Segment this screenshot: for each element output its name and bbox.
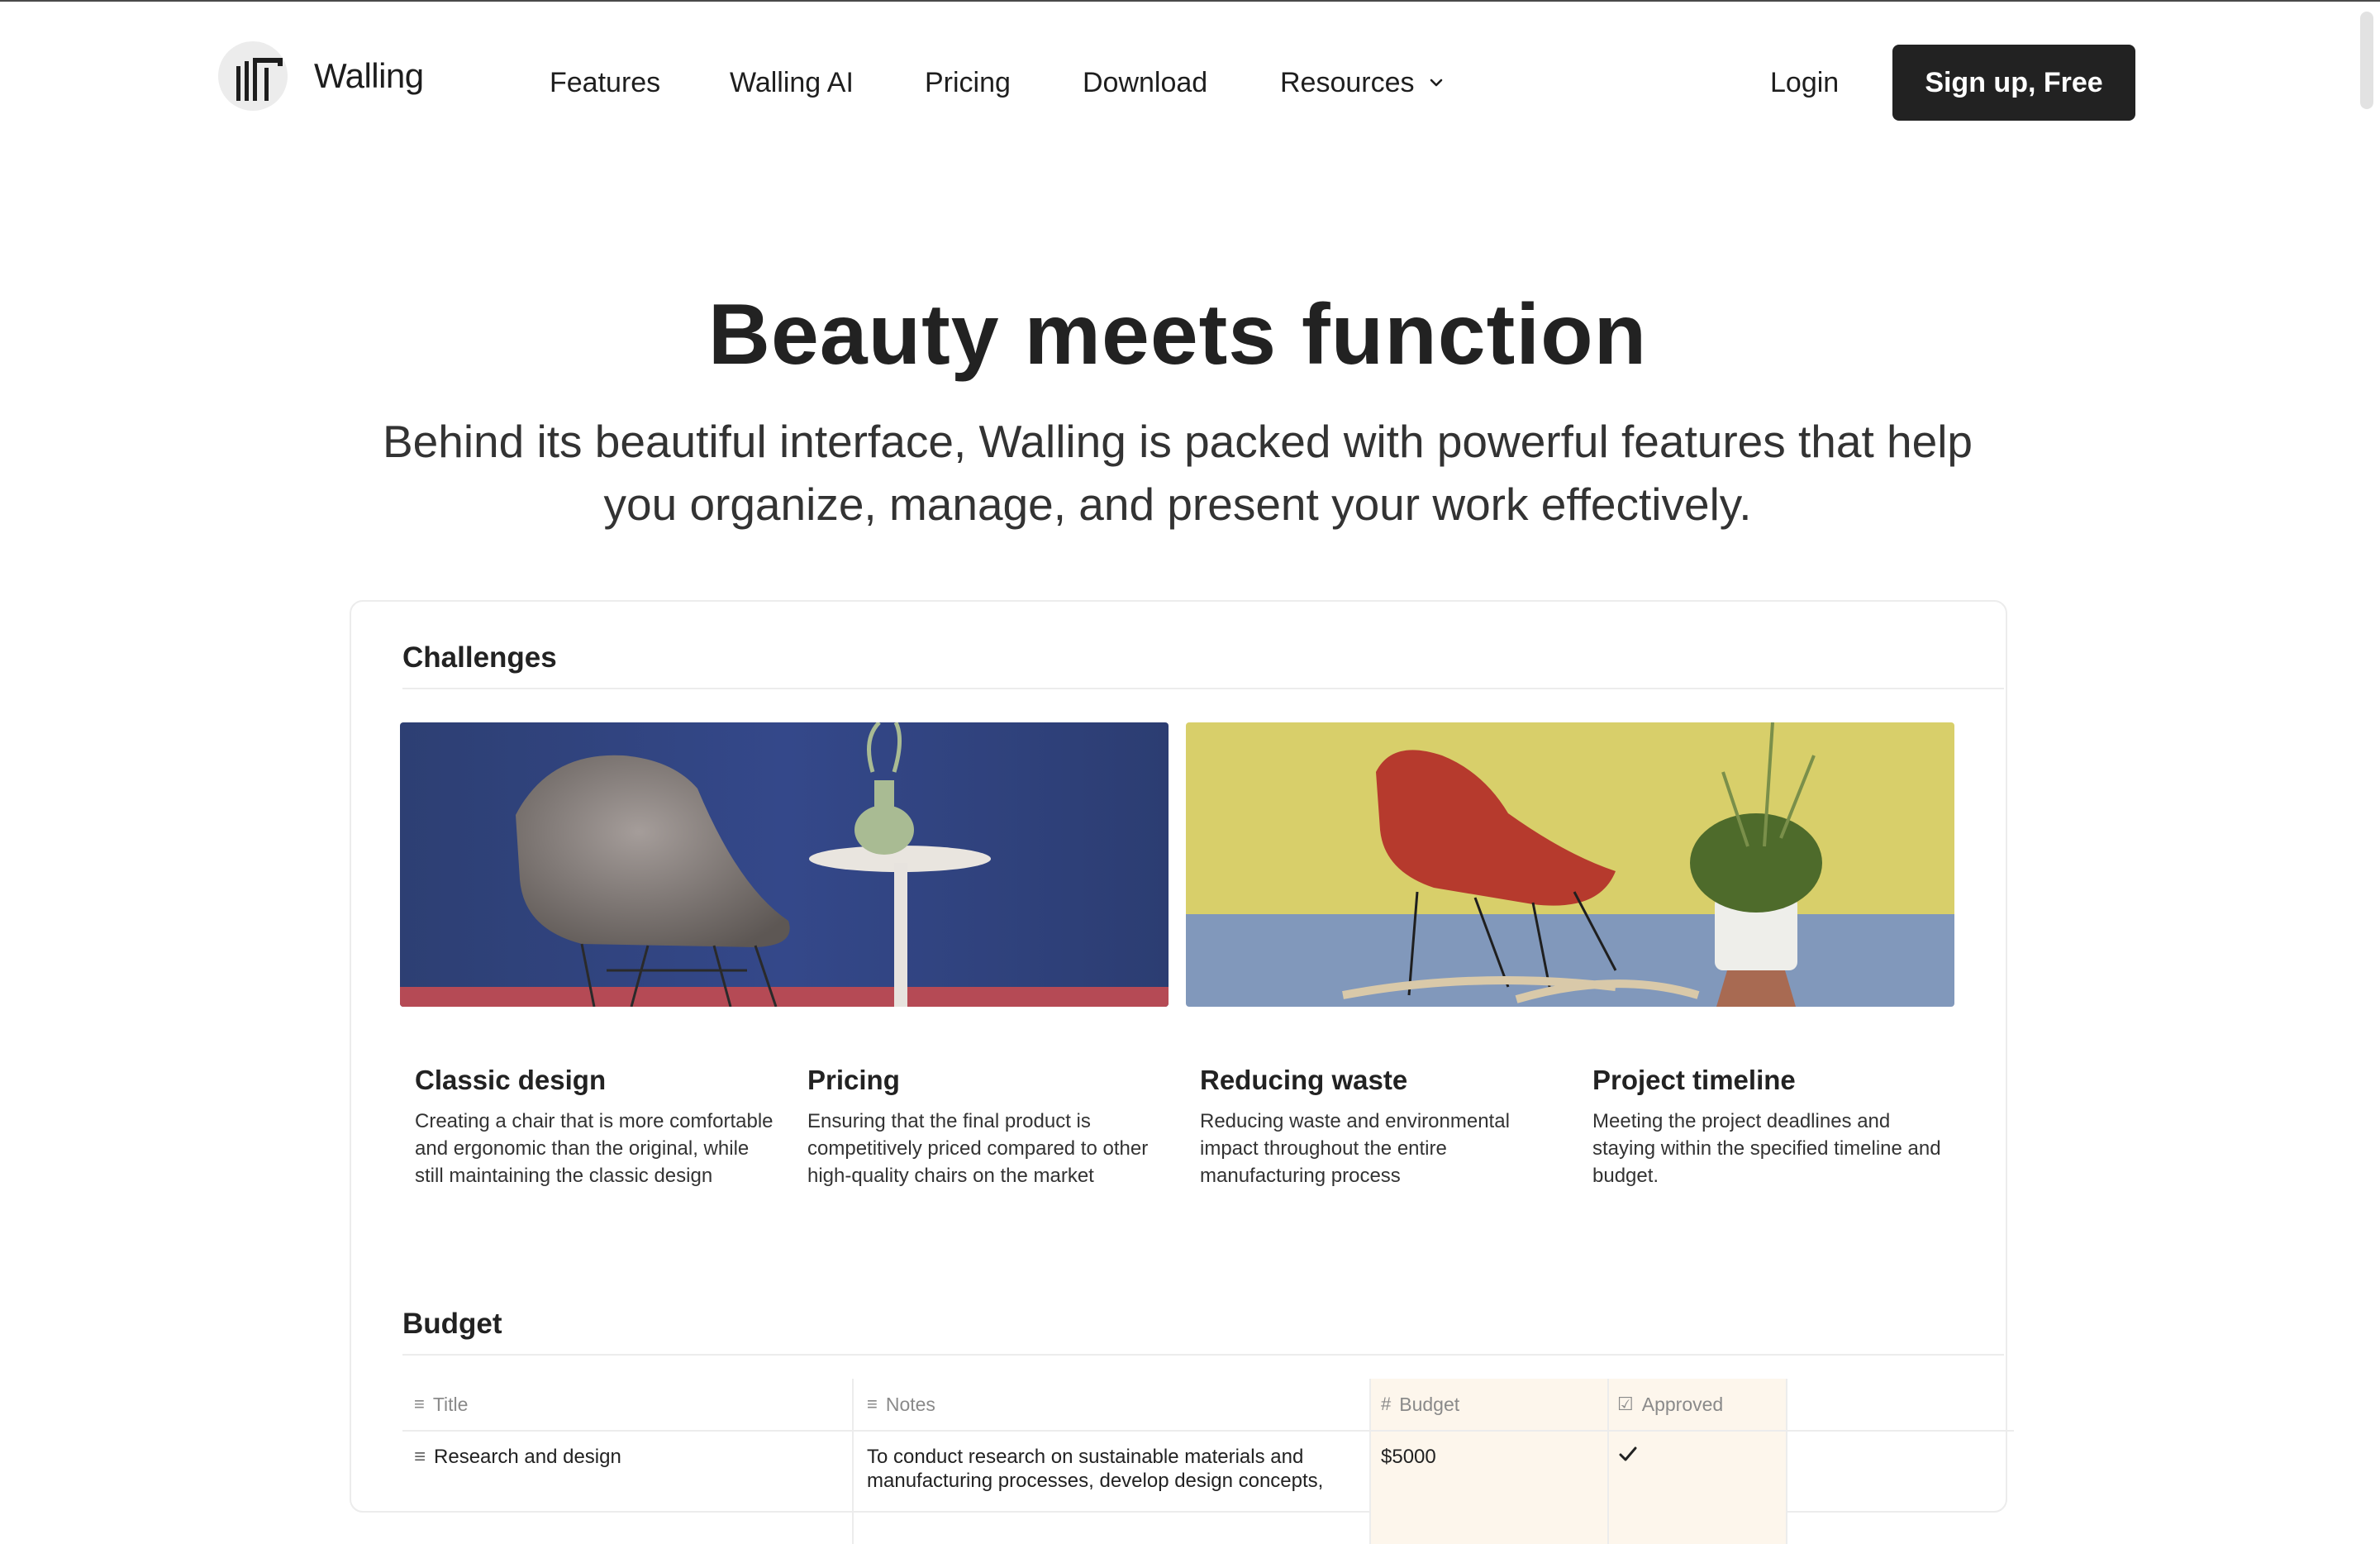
feature-classic-design: Classic design Creating a chair that is … <box>415 1065 778 1189</box>
budget-value: 5000 <box>1392 1446 1436 1468</box>
feature-title: Classic design <box>415 1065 607 1095</box>
nav-features[interactable]: Features <box>550 61 660 104</box>
column-divider <box>1369 1379 1371 1544</box>
red-rocking-chair-photo <box>1186 722 1954 1007</box>
column-divider <box>852 1379 854 1544</box>
challenges-divider <box>402 688 2004 689</box>
hero-subtitle: Behind its beautiful interface, Walling … <box>382 416 1973 530</box>
column-header-notes[interactable]: ≡ Notes <box>867 1379 935 1430</box>
nav-resources[interactable]: Resources <box>1280 61 1445 104</box>
column-divider <box>1786 1379 1787 1544</box>
column-header-budget[interactable]: # Budget <box>1381 1379 1459 1430</box>
row-title: Research and design <box>434 1446 621 1468</box>
table-row-notes-cell[interactable]: To conduct research on sustainable mater… <box>867 1445 1354 1493</box>
column-header-label: Approved <box>1641 1393 1724 1415</box>
table-row-budget-cell[interactable]: $5000 <box>1381 1445 1436 1469</box>
text-lines-icon: ≡ <box>414 1446 426 1468</box>
login-link[interactable]: Login <box>1770 61 1839 104</box>
feature-text: Creating a chair that is more comfortabl… <box>415 1110 774 1187</box>
feature-pricing: Pricing Ensuring that the final product … <box>807 1065 1171 1189</box>
feature-text: Reducing waste and environmental impact … <box>1200 1110 1510 1187</box>
nav-resources-label: Resources <box>1280 67 1415 98</box>
column-header-approved[interactable]: ☑ Approved <box>1617 1379 1723 1430</box>
table-row-title-cell[interactable]: ≡ Research and design <box>414 1445 621 1469</box>
walling-logo-icon <box>218 41 288 111</box>
feature-title: Project timeline <box>1592 1065 1796 1095</box>
feature-text: Meeting the project deadlines and stayin… <box>1592 1110 1941 1187</box>
budget-heading: Budget <box>402 1308 502 1340</box>
column-divider <box>1607 1379 1609 1544</box>
grey-armchair-photo <box>400 722 1169 1007</box>
budget-divider <box>402 1354 2004 1356</box>
feature-title: Pricing <box>807 1065 900 1095</box>
nav-download[interactable]: Download <box>1083 61 1207 104</box>
checkmark-icon <box>1619 1446 1637 1461</box>
column-header-title[interactable]: ≡ Title <box>414 1379 468 1430</box>
brand-logo[interactable]: Walling <box>217 36 424 116</box>
window-top-border <box>0 0 2380 2</box>
product-preview-card: Challenges Classic design Creating a cha… <box>350 600 2014 1544</box>
hero-title: Beauty meets function <box>707 287 1648 383</box>
text-lines-icon: ≡ <box>867 1394 878 1414</box>
nav-pricing[interactable]: Pricing <box>925 61 1011 104</box>
hash-icon: # <box>1381 1394 1392 1414</box>
scrollbar-thumb[interactable] <box>2360 12 2373 109</box>
signup-button[interactable]: Sign up, Free <box>1892 45 2135 121</box>
nav-walling-ai[interactable]: Walling AI <box>730 61 854 104</box>
feature-project-timeline: Project timeline Meeting the project dea… <box>1592 1065 1956 1189</box>
table-row-approved-cell[interactable] <box>1617 1443 1639 1470</box>
feature-title: Reducing waste <box>1200 1065 1408 1095</box>
challenges-heading: Challenges <box>402 641 557 674</box>
checkbox-icon: ☑ <box>1617 1394 1634 1414</box>
chevron-down-icon <box>1430 79 1442 87</box>
feature-reducing-waste: Reducing waste Reducing waste and enviro… <box>1200 1065 1564 1189</box>
brand-name: Walling <box>314 56 424 95</box>
feature-text: Ensuring that the final product is compe… <box>807 1110 1149 1187</box>
column-header-label: Title <box>432 1393 469 1415</box>
column-header-label: Budget <box>1399 1393 1460 1415</box>
column-header-label: Notes <box>885 1393 935 1415</box>
header-divider <box>402 1430 2014 1432</box>
text-lines-icon: ≡ <box>414 1394 425 1414</box>
currency-symbol: $ <box>1381 1446 1392 1468</box>
